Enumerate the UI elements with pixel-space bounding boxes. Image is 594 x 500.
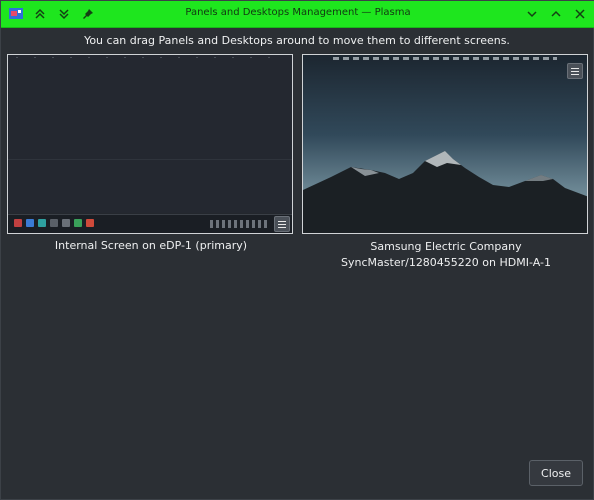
app-icon (50, 219, 58, 227)
launcher-icon (14, 219, 22, 227)
top-panel-preview (333, 57, 557, 60)
desktop-edge-markers (16, 57, 284, 58)
desktop-preview[interactable] (8, 55, 292, 213)
chevron-down-icon[interactable] (523, 5, 541, 23)
instructions-text: You can drag Panels and Desktops around … (84, 34, 510, 47)
hamburger-line (571, 70, 579, 72)
app-icon (74, 219, 82, 227)
mountain-wallpaper-image (303, 151, 587, 233)
screen-menu-button[interactable] (274, 216, 290, 232)
app-icon (62, 219, 70, 227)
screen-preview-internal[interactable] (7, 54, 293, 234)
hamburger-line (571, 67, 579, 69)
titlebar-right-buttons (523, 5, 589, 23)
screen-label-internal: Internal Screen on eDP-1 (primary) (54, 239, 248, 252)
desktop-divider (8, 159, 292, 160)
screen-preview-external[interactable] (302, 54, 588, 234)
panels-desktops-window: Panels and Desktops Management — Plasma … (0, 0, 594, 500)
app-icon (86, 219, 94, 227)
chevron-up-icon[interactable] (547, 5, 565, 23)
close-button[interactable]: Close (529, 460, 583, 486)
panel-preview-bottom[interactable] (8, 214, 292, 233)
hamburger-line (278, 220, 286, 222)
hamburger-line (278, 223, 286, 225)
wallpaper-preview[interactable] (303, 55, 587, 233)
system-tray-preview (210, 220, 270, 228)
close-icon[interactable] (571, 5, 589, 23)
app-icon (26, 219, 34, 227)
panel-launcher-icons (14, 219, 94, 227)
screen-menu-button[interactable] (567, 63, 583, 79)
window-title: Panels and Desktops Management — Plasma (185, 7, 411, 18)
app-icon (38, 219, 46, 227)
hamburger-line (278, 226, 286, 228)
screen-label-external: Samsung Electric Company SyncMaster/1280… (341, 240, 551, 269)
hamburger-line (571, 73, 579, 75)
titlebar[interactable]: Panels and Desktops Management — Plasma (1, 1, 594, 28)
